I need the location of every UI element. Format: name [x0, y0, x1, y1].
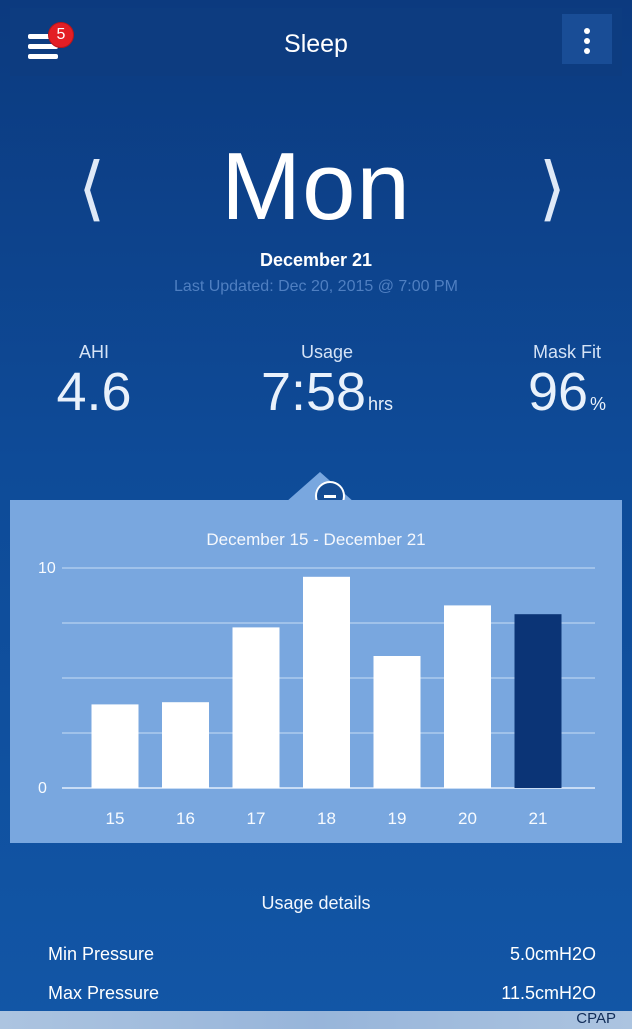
mask-fit-label: Mask Fit	[532, 342, 601, 362]
detail-name: Min Pressure	[48, 944, 155, 964]
x-axis-day-label: 16	[176, 809, 195, 828]
ahi-stat: AHI 4.6	[44, 342, 144, 421]
usage-label: Usage	[300, 342, 354, 362]
usage-bar[interactable]	[444, 605, 491, 788]
day-selector: ⟨ Mon ⟩	[10, 133, 622, 240]
detail-value: 5.0cmH2O	[509, 944, 596, 964]
more-vertical-icon	[584, 48, 590, 54]
x-axis-day-label: 15	[106, 809, 125, 828]
x-axis-day-label: 20	[458, 809, 477, 828]
usage-value-wrapper: 7:58 hrs	[222, 363, 432, 433]
x-axis-day-label: 19	[388, 809, 407, 828]
x-axis-day-label: 21	[529, 809, 548, 828]
usage-value: 7:58	[260, 362, 367, 422]
usage-bar[interactable]	[514, 614, 562, 788]
mask-fit-stat: Mask Fit 96%	[512, 342, 622, 433]
usage-bar[interactable]	[232, 627, 280, 788]
usage-bar-chart: 0 10 15 16 17 18 19 20 21	[38, 560, 595, 828]
partially-visible-cpap-text: CPAP	[576, 1010, 616, 1027]
detail-name: Max Pressure	[48, 983, 160, 1003]
y-axis-tick-label: 0	[38, 780, 47, 797]
usage-bar[interactable]	[373, 656, 421, 788]
usage-details-title: Usage details	[261, 893, 371, 913]
last-updated-text: Last Updated: Dec 20, 2015 @ 7:00 PM	[174, 278, 458, 295]
usage-bar[interactable]	[91, 704, 139, 788]
sleep-screen: 5 Sleep ⟨ Mon ⟩ December 21 Last Updated…	[0, 0, 632, 1029]
usage-unit: hrs	[368, 394, 394, 414]
bottom-overlap-strip	[0, 1011, 632, 1029]
mask-fit-unit: %	[590, 394, 607, 414]
top-app-bar: 5 Sleep	[10, 8, 622, 76]
mask-fit-value-wrapper: 96%	[512, 363, 622, 433]
y-axis-tick-label: 10	[38, 560, 56, 577]
more-vertical-icon	[584, 28, 590, 34]
usage-bar[interactable]	[162, 702, 209, 788]
mask-fit-value: 96	[527, 362, 589, 422]
day-name: Mon	[221, 133, 411, 240]
detail-value: 11.5cmH2O	[501, 983, 596, 1003]
ahi-value: 4.6	[56, 362, 132, 422]
more-vertical-icon	[584, 38, 590, 44]
page-title: Sleep	[284, 30, 348, 58]
usage-stat: Usage 7:58 hrs	[222, 342, 432, 433]
x-axis-day-label: 17	[247, 809, 266, 828]
selected-date: December 21	[259, 250, 373, 270]
x-axis-day-label: 18	[317, 809, 336, 828]
usage-bar[interactable]	[303, 576, 350, 788]
more-options-button[interactable]	[562, 14, 612, 64]
next-day-button[interactable]: ⟩	[539, 148, 566, 228]
ahi-label: AHI	[78, 342, 109, 362]
